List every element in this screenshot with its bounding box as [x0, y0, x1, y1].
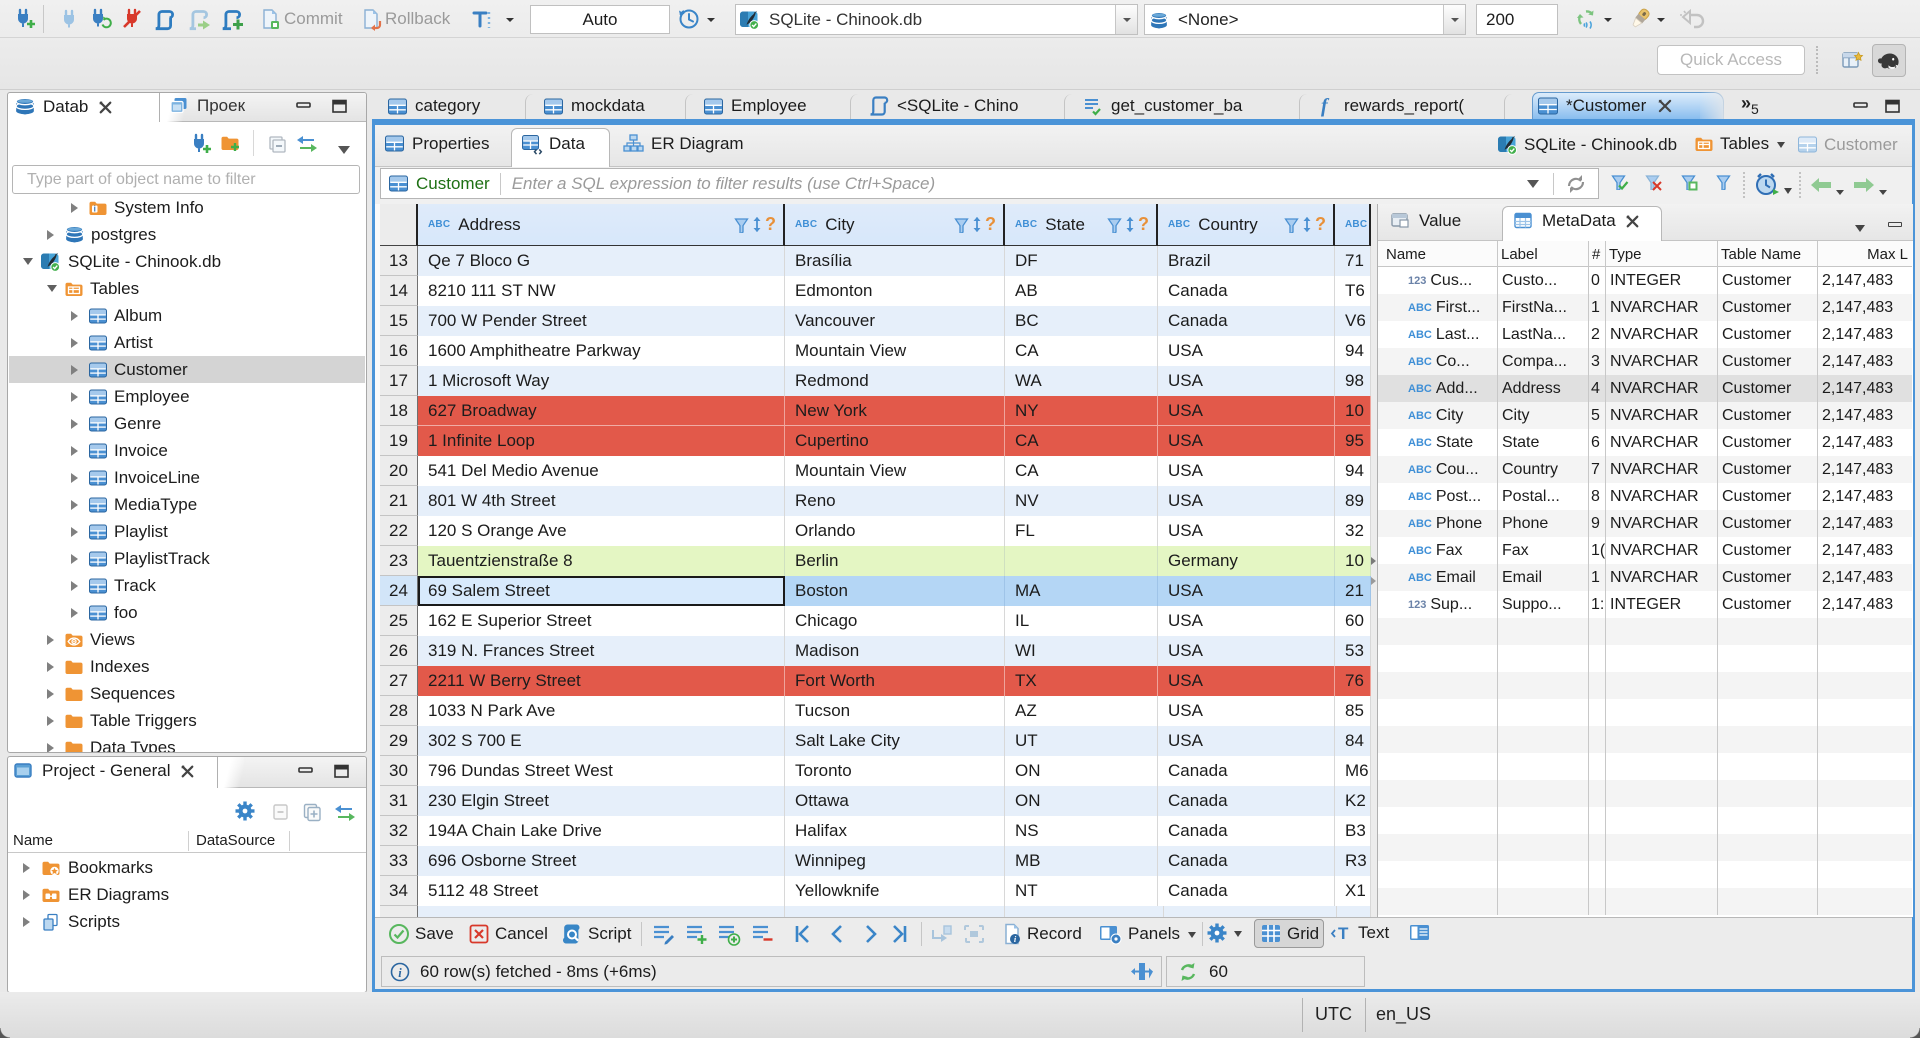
svg-text:T: T [1338, 924, 1349, 943]
svg-text:i: i [398, 965, 402, 979]
svg-text:f: f [1321, 95, 1330, 117]
svg-text:i: i [94, 204, 96, 213]
